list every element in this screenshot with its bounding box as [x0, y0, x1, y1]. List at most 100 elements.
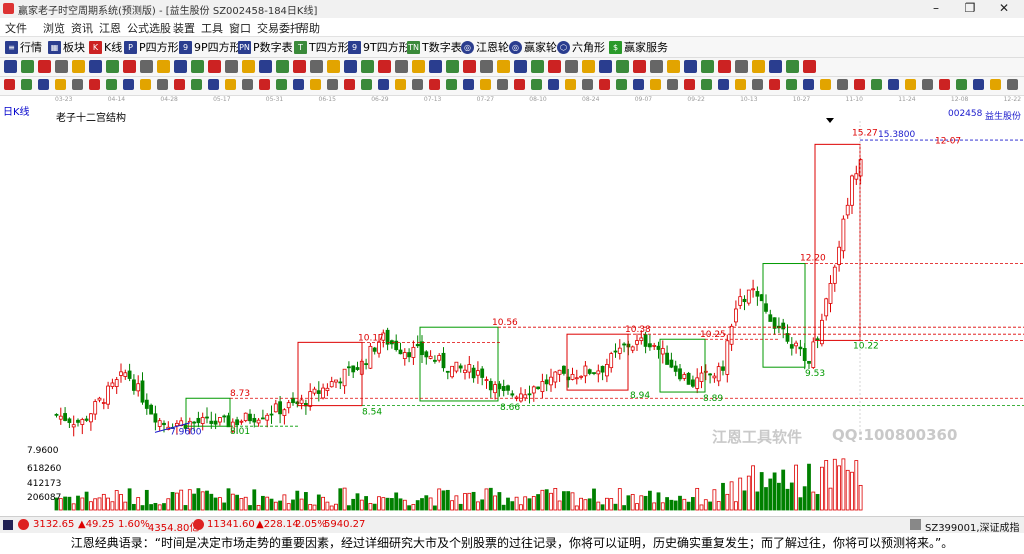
drawing-tool-icon[interactable] [446, 60, 459, 73]
menu-browse[interactable]: 浏览 [43, 20, 65, 36]
gann-tool-icon[interactable] [650, 79, 661, 90]
drawing-tool-icon[interactable] [327, 60, 340, 73]
close-button[interactable]: ✕ [987, 0, 1021, 17]
gann-tool-icon[interactable] [344, 79, 355, 90]
gann-tool-icon[interactable] [582, 79, 593, 90]
gann-tool-icon[interactable] [701, 79, 712, 90]
drawing-tool-icon[interactable] [701, 60, 714, 73]
gann-tool-icon[interactable] [378, 79, 389, 90]
toolbar-hexagon-button[interactable]: ⬡ 六角形 [557, 39, 605, 55]
gann-tool-icon[interactable] [548, 79, 559, 90]
drawing-tool-icon[interactable] [259, 60, 272, 73]
gann-tool-icon[interactable] [497, 79, 508, 90]
toolbar-t-square-button[interactable]: T T四方形 [294, 39, 349, 55]
drawing-tool-icon[interactable] [531, 60, 544, 73]
gann-tool-icon[interactable] [446, 79, 457, 90]
menu-window[interactable]: 窗口 [229, 20, 251, 36]
toolbar-sector-button[interactable]: ▦ 板块 [48, 39, 85, 55]
drawing-tool-icon[interactable] [276, 60, 289, 73]
gann-tool-icon[interactable] [72, 79, 83, 90]
gann-tool-icon[interactable] [939, 79, 950, 90]
drawing-tool-icon[interactable] [208, 60, 221, 73]
gann-tool-icon[interactable] [718, 79, 729, 90]
gann-tool-icon[interactable] [837, 79, 848, 90]
menu-device[interactable]: 装置 [173, 20, 195, 36]
gann-tool-icon[interactable] [225, 79, 236, 90]
gann-tool-icon[interactable] [769, 79, 780, 90]
drawing-tool-icon[interactable] [633, 60, 646, 73]
chart-area[interactable]: 03-23 04-14 04-28 05-17 05-31 06-15 06-29 07-13… [0, 96, 1024, 516]
menu-formula[interactable]: 公式选股 [127, 20, 171, 36]
drawing-tool-icon[interactable] [599, 60, 612, 73]
gann-tool-icon[interactable] [735, 79, 746, 90]
menu-news[interactable]: 资讯 [71, 20, 93, 36]
gann-tool-icon[interactable] [55, 79, 66, 90]
drawing-tool-icon[interactable] [174, 60, 187, 73]
gann-tool-icon[interactable] [684, 79, 695, 90]
gann-tool-icon[interactable] [633, 79, 644, 90]
gann-tool-icon[interactable] [412, 79, 423, 90]
drawing-tool-icon[interactable] [786, 60, 799, 73]
drawing-tool-icon[interactable] [735, 60, 748, 73]
drawing-tool-icon[interactable] [225, 60, 238, 73]
drawing-tool-icon[interactable] [616, 60, 629, 73]
drawing-tool-icon[interactable] [769, 60, 782, 73]
drawing-tool-icon[interactable] [497, 60, 510, 73]
drawing-tool-icon[interactable] [667, 60, 680, 73]
drawing-tool-icon[interactable] [718, 60, 731, 73]
drawing-tool-icon[interactable] [106, 60, 119, 73]
gann-tool-icon[interactable] [276, 79, 287, 90]
gann-tool-icon[interactable] [106, 79, 117, 90]
drawing-tool-icon[interactable] [548, 60, 561, 73]
gann-tool-icon[interactable] [259, 79, 270, 90]
gann-tool-icon[interactable] [667, 79, 678, 90]
drawing-tool-icon[interactable] [684, 60, 697, 73]
toolbar-p-table-button[interactable]: PN P数字表 [238, 39, 293, 55]
gann-tool-icon[interactable] [191, 79, 202, 90]
gann-tool-icon[interactable] [429, 79, 440, 90]
gann-tool-icon[interactable] [565, 79, 576, 90]
gann-tool-icon[interactable] [786, 79, 797, 90]
gann-tool-icon[interactable] [463, 79, 474, 90]
menu-trade[interactable]: 交易委托 [257, 20, 301, 36]
gann-tool-icon[interactable] [242, 79, 253, 90]
menu-gann[interactable]: 江恩 [99, 20, 121, 36]
gann-tool-icon[interactable] [752, 79, 763, 90]
toolbar-9t-square-button[interactable]: 9 9T四方形 [348, 39, 410, 55]
minimize-button[interactable]: – [919, 0, 953, 17]
drawing-tool-icon[interactable] [344, 60, 357, 73]
drawing-tool-icon[interactable] [21, 60, 34, 73]
toolbar-quote-button[interactable]: ≡ 行情 [5, 39, 42, 55]
gann-tool-icon[interactable] [820, 79, 831, 90]
drawing-tool-icon[interactable] [310, 60, 323, 73]
drawing-tool-icon[interactable] [38, 60, 51, 73]
gann-tool-icon[interactable] [599, 79, 610, 90]
gann-tool-icon[interactable] [123, 79, 134, 90]
kline-chart[interactable]: 15.27 15.3800 12-07 12.20 10.56 10.38 10.25 10.… [0, 96, 1024, 516]
gann-tool-icon[interactable] [531, 79, 542, 90]
gann-tool-icon[interactable] [905, 79, 916, 90]
toolbar-t-table-button[interactable]: TN T数字表 [407, 39, 462, 55]
drawing-tool-icon[interactable] [293, 60, 306, 73]
drawing-tool-icon[interactable] [395, 60, 408, 73]
gann-tool-icon[interactable] [616, 79, 627, 90]
gann-tool-icon[interactable] [140, 79, 151, 90]
gann-tool-icon[interactable] [361, 79, 372, 90]
toolbar-gann-wheel-button[interactable]: ◎ 江恩轮 [461, 39, 509, 55]
drawing-tool-icon[interactable] [72, 60, 85, 73]
drawing-tool-icon[interactable] [378, 60, 391, 73]
gann-tool-icon[interactable] [888, 79, 899, 90]
toolbar-service-button[interactable]: $ 赢家服务 [609, 39, 668, 55]
drawing-tool-icon[interactable] [412, 60, 425, 73]
drawing-tool-icon[interactable] [514, 60, 527, 73]
grid-icon[interactable] [3, 520, 13, 530]
drawing-tool-icon[interactable] [123, 60, 136, 73]
gann-tool-icon[interactable] [38, 79, 49, 90]
drawing-tool-icon[interactable] [361, 60, 374, 73]
gann-tool-icon[interactable] [89, 79, 100, 90]
toolbar-9p-square-button[interactable]: 9 9P四方形 [179, 39, 241, 55]
drawing-tool-icon[interactable] [565, 60, 578, 73]
drawing-tool-icon[interactable] [191, 60, 204, 73]
toolbar-winner-wheel-button[interactable]: ◎ 赢家轮 [509, 39, 557, 55]
gann-tool-icon[interactable] [395, 79, 406, 90]
